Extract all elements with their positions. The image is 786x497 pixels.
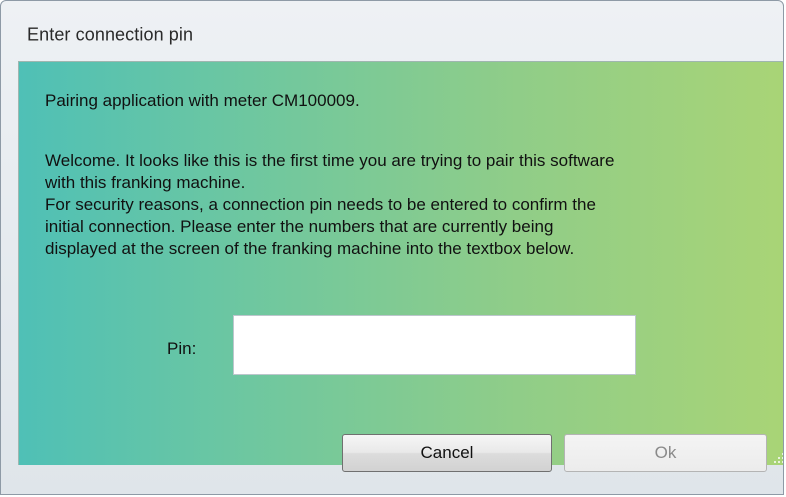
welcome-message: Welcome. It looks like this is the first… — [45, 150, 614, 260]
pairing-message: Pairing application with meter CM100009. — [45, 91, 360, 110]
welcome-line: with this franking machine. — [45, 173, 246, 192]
window-title: Enter connection pin — [27, 24, 194, 45]
welcome-line: displayed at the screen of the franking … — [45, 239, 575, 258]
dialog-window: Enter connection pin Pairing application… — [0, 0, 784, 495]
pin-input[interactable] — [233, 315, 636, 375]
cancel-button[interactable]: Cancel — [342, 434, 552, 472]
pin-label: Pin: — [167, 339, 197, 358]
dialog-content: Pairing application with meter CM100009.… — [18, 61, 783, 472]
welcome-line: Welcome. It looks like this is the first… — [45, 151, 615, 170]
welcome-line: initial connection. Please enter the num… — [45, 217, 554, 236]
title-bar[interactable]: Enter connection pin — [1, 1, 783, 45]
welcome-line: For security reasons, a connection pin n… — [45, 195, 596, 214]
resize-grip-icon[interactable] — [772, 451, 783, 463]
ok-button[interactable]: Ok — [564, 434, 767, 472]
